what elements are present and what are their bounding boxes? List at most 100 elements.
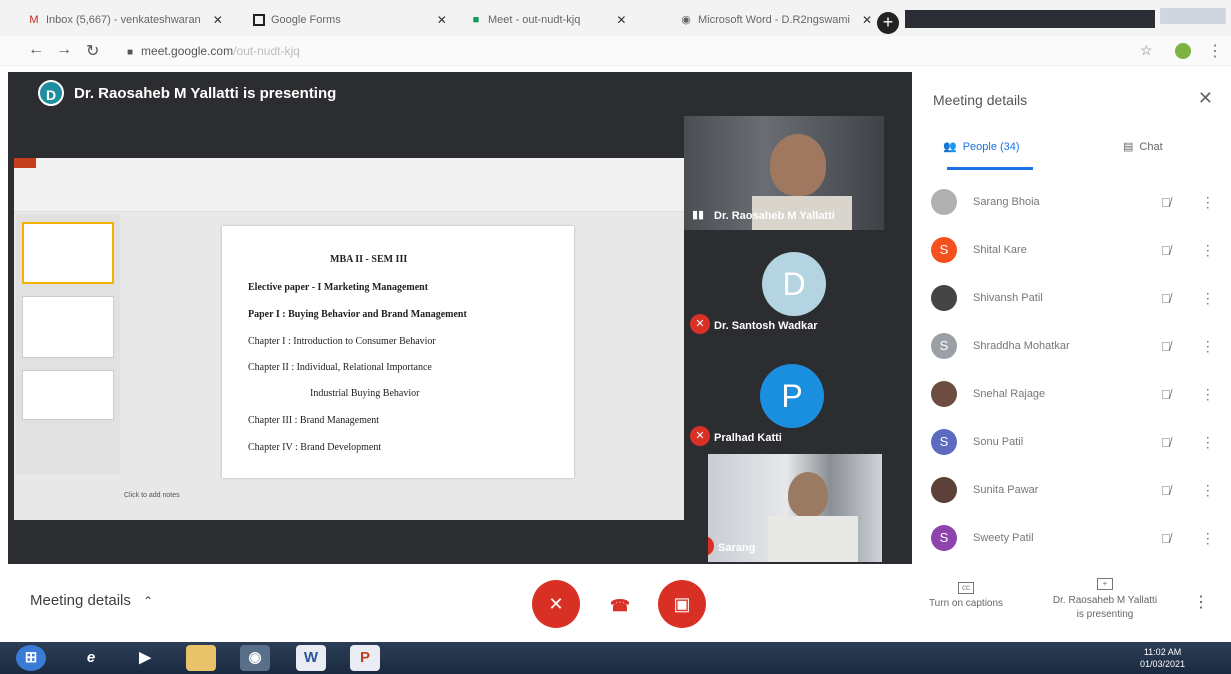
more-options-icon[interactable]: ⋮ [1201, 242, 1215, 259]
media-player-icon[interactable]: ▶ [130, 645, 160, 671]
participant-row[interactable]: Sarang Bhoia 🎙̸ ⋮ [931, 186, 1221, 218]
bookmark-star-icon[interactable]: ☆ [1140, 42, 1153, 59]
chrome-icon[interactable]: ◉ [240, 645, 270, 671]
windows-taskbar: ⊞ e ▶ ◉ W P 11:02 AM 01/03/2021 [0, 642, 1231, 674]
people-icon: 👥 [943, 141, 957, 153]
back-icon[interactable]: ← [28, 41, 44, 59]
captions-label: Turn on captions [928, 598, 1004, 609]
presenting-line1: Dr. Raosaheb M Yallatti [1052, 595, 1158, 606]
powerpoint-app-icon[interactable]: P [350, 645, 380, 671]
participant-row[interactable]: Shivansh Patil 🎙̸ ⋮ [931, 282, 1221, 314]
browser-tab-bar: M Inbox (5,667) - venkateshwaran ✕ Googl… [0, 0, 1231, 36]
mic-off-icon: ✕ [548, 594, 564, 614]
participant-avatar [931, 285, 957, 311]
more-options-icon[interactable]: ⋮ [1201, 338, 1215, 355]
participant-row[interactable]: S Shraddha Mohatkar 🎙̸ ⋮ [931, 330, 1221, 362]
tab-gmail[interactable]: M Inbox (5,667) - venkateshwaran ✕ [20, 6, 231, 34]
camera-toggle-button[interactable]: ▣ [658, 580, 706, 628]
close-icon[interactable]: ✕ [616, 13, 626, 27]
participant-row[interactable]: S Sweety Patil 🎙̸ ⋮ [931, 522, 1221, 554]
meeting-details-label: Meeting details [30, 592, 131, 609]
meet-icon: ■ [472, 14, 480, 26]
tab-people[interactable]: 👥 People (34) [943, 140, 1020, 154]
mic-off-icon: 🎙̸ [1161, 434, 1171, 450]
participant-row[interactable]: S Shital Kare 🎙̸ ⋮ [931, 234, 1221, 266]
captions-icon: cc [958, 582, 974, 594]
slide-thumbnail [22, 296, 114, 358]
more-options-icon[interactable]: ⋮ [1201, 482, 1215, 499]
participant-row[interactable]: S Sonu Patil 🎙̸ ⋮ [931, 426, 1221, 458]
windows-logo-icon: ⊞ [24, 649, 38, 666]
reload-icon[interactable]: ↻ [86, 41, 99, 61]
participant-avatar: D [762, 252, 826, 316]
slide-line: Elective paper - I Marketing Management [248, 282, 429, 293]
participant-name: Sarang [718, 542, 756, 554]
close-icon[interactable]: ✕ [1198, 88, 1213, 109]
url-field[interactable]: ■ meet.google.com/out-nudt-kjq [127, 44, 300, 58]
more-options-icon[interactable]: ⋮ [1201, 434, 1215, 451]
file-explorer-icon[interactable] [186, 645, 216, 671]
clock-date: 01/03/2021 [1140, 659, 1186, 669]
captions-button[interactable]: cc Turn on captions [920, 582, 1012, 609]
forward-icon[interactable]: → [56, 41, 72, 59]
participant-name: Pralhad Katti [714, 432, 782, 444]
tab-google-forms[interactable]: Google Forms ✕ [245, 6, 455, 34]
word-app-icon[interactable]: W [296, 645, 326, 671]
clock-time: 11:02 AM [1143, 647, 1182, 657]
participant-tile[interactable]: ▮▮ Dr. Raosaheb M Yallatti [684, 116, 884, 230]
participant-tile[interactable]: D ✕ Dr. Santosh Wadkar [684, 236, 884, 340]
url-path: /out-nudt-kjq [233, 44, 300, 58]
slide-line: Chapter II : Individual, Relational Impo… [248, 362, 432, 373]
slide-thumbnail [22, 222, 114, 284]
word-icon: ◉ [681, 14, 691, 26]
mic-off-icon: ✕ [690, 426, 710, 446]
shared-screen: MBA II - SEM III Elective paper - I Mark… [14, 158, 684, 520]
more-options-icon[interactable]: ⋮ [1201, 530, 1215, 547]
new-tab-button[interactable]: + [877, 12, 899, 34]
browser-menu-icon[interactable]: ⋮ [1207, 41, 1223, 61]
close-icon[interactable]: ✕ [213, 13, 223, 27]
more-options-icon[interactable]: ⋮ [1193, 592, 1209, 612]
participant-avatar [931, 189, 957, 215]
mic-off-icon: 🎙̸ [1161, 482, 1171, 498]
present-status-button[interactable]: + Dr. Raosaheb M Yallatti is presenting [1040, 578, 1170, 622]
participant-face [770, 134, 826, 196]
slide-line: Chapter III : Brand Management [248, 415, 380, 426]
mic-toggle-button[interactable]: ✕ [532, 580, 580, 628]
participant-tile[interactable]: P ✕ Pralhad Katti [684, 348, 884, 452]
chat-icon: ▤ [1123, 141, 1134, 153]
meet-stage: D Dr. Raosaheb M Yallatti is presenting … [8, 72, 912, 564]
more-options-icon[interactable]: ⋮ [1201, 290, 1215, 307]
internet-explorer-icon[interactable]: e [76, 645, 106, 671]
tab-word[interactable]: ◉ Microsoft Word - D.R2ngswami ✕ [672, 6, 880, 34]
slide-line: Chapter IV : Brand Development [248, 442, 382, 453]
tab-meet[interactable]: ■ Meet - out-nudt-kjq ✕ [462, 6, 634, 34]
participant-row[interactable]: Snehal Rajage 🎙̸ ⋮ [931, 378, 1221, 410]
tab-chat[interactable]: ▤ Chat [1123, 140, 1163, 154]
more-options-icon[interactable]: ⋮ [1201, 386, 1215, 403]
present-icon: + [1097, 578, 1113, 590]
participant-avatar [931, 477, 957, 503]
tab-label: Google Forms [271, 14, 341, 26]
presenter-avatar: D [38, 80, 64, 106]
meeting-details-toggle[interactable]: Meeting details ⌃ [30, 592, 153, 609]
tab-chat-label: Chat [1139, 140, 1163, 153]
participant-avatar [931, 381, 957, 407]
mic-off-icon: 🎙̸ [1161, 530, 1171, 546]
participant-row[interactable]: Sunita Pawar 🎙̸ ⋮ [931, 474, 1221, 506]
close-icon[interactable]: ✕ [862, 13, 872, 27]
end-call-button[interactable]: ☎ [610, 596, 630, 616]
system-clock[interactable]: 11:02 AM 01/03/2021 [1140, 646, 1185, 670]
audio-level-icon: ▮▮ [692, 209, 705, 221]
panel-title: Meeting details [933, 92, 1028, 108]
close-icon[interactable]: ✕ [437, 13, 447, 27]
participant-avatar: S [931, 525, 957, 551]
slide-thumbnail-pane [16, 214, 120, 474]
phone-hangup-icon: ☎ [610, 598, 630, 615]
mic-off-icon: 🎙̸ [1161, 242, 1171, 258]
window-controls[interactable] [1160, 8, 1226, 24]
participant-tile[interactable]: ✕ Sarang [708, 454, 882, 562]
profile-avatar[interactable] [1175, 43, 1191, 59]
more-options-icon[interactable]: ⋮ [1201, 194, 1215, 211]
start-button[interactable]: ⊞ [16, 645, 46, 671]
